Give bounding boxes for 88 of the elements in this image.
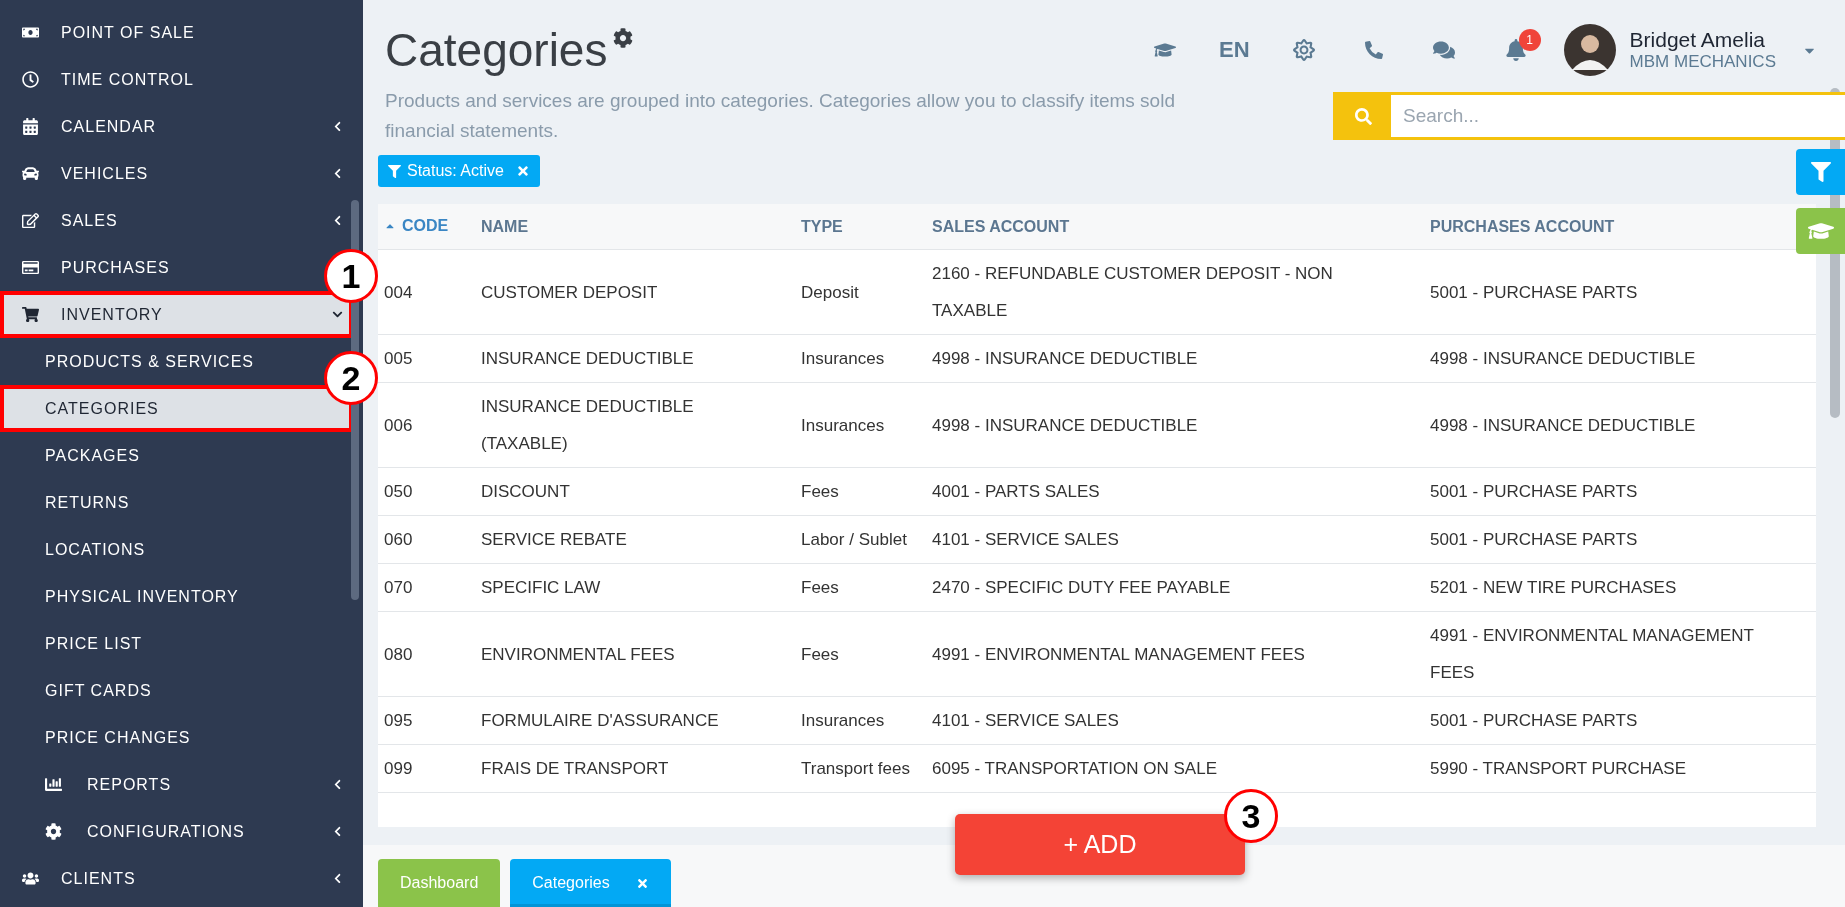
page-title: Categories: [385, 23, 608, 77]
table-cell: 2160 - REFUNDABLE CUSTOMER DEPOSIT - NON TAXABLE: [926, 249, 1424, 335]
sidebar-item[interactable]: TIME CONTROL: [0, 56, 204, 103]
sidebar-item[interactable]: INVENTORY: [0, 291, 353, 338]
filter-icon: [388, 164, 401, 178]
search-field[interactable]: Search...: [1333, 92, 1845, 140]
column-header[interactable]: NAME: [475, 204, 795, 250]
graduation-cap-button[interactable]: [1796, 208, 1845, 254]
table-cell: SPECIFIC LAW: [475, 563, 795, 612]
filter-button[interactable]: [1796, 149, 1845, 195]
table-cell: 4998 - INSURANCE DEDUCTIBLE: [926, 382, 1424, 468]
table-cell: 4001 - PARTS SALES: [926, 467, 1424, 516]
table-cell: 099: [378, 744, 475, 793]
table-cell: Fees: [795, 467, 926, 516]
table-cell: 4101 - SERVICE SALES: [926, 696, 1424, 745]
scrollbar[interactable]: [1830, 88, 1840, 418]
table-cell: 004: [378, 249, 475, 335]
close-icon[interactable]: [515, 164, 530, 178]
table-cell: 5001 - PURCHASE PARTS: [1424, 696, 1816, 745]
table-cell: INSURANCE DEDUCTIBLE (TAXABLE): [475, 382, 795, 468]
page-description: Products and services are grouped into categories. Categories allow you to classify items sold financial statements.: [385, 89, 1175, 143]
sidebar-item[interactable]: RETURNS: [0, 479, 140, 526]
table-cell: 4991 - ENVIRONMENTAL MANAGEMENT FEES: [1424, 611, 1816, 697]
sidebar-item[interactable]: PRODUCTS & SERVICES: [0, 338, 264, 385]
sidebar-item[interactable]: PACKAGES: [0, 432, 150, 479]
sidebar-item[interactable]: PHYSICAL INVENTORY: [0, 573, 249, 620]
sidebar-item[interactable]: REPORTS: [0, 761, 353, 808]
table-cell: Labor / Sublet: [795, 515, 926, 564]
user-name: Bridget Amelia: [1629, 28, 1766, 52]
column-header[interactable]: TYPE: [795, 204, 926, 250]
table-cell: SERVICE REBATE: [475, 515, 795, 564]
table-cell: 060: [378, 515, 475, 564]
table-cell: Transport fees: [795, 744, 926, 793]
table-cell: FORMULAIRE D'ASSURANCE: [475, 696, 795, 745]
close-icon[interactable]: [635, 876, 649, 890]
table-cell: 050: [378, 467, 475, 516]
sidebar-item[interactable]: VEHICLES: [0, 150, 353, 197]
column-header[interactable]: PURCHASES ACCOUNT: [1424, 204, 1816, 250]
table-cell: Insurances: [795, 334, 926, 383]
table-cell: 5001 - PURCHASE PARTS: [1424, 467, 1816, 516]
sidebar-item[interactable]: POINT OF SALE: [0, 9, 205, 56]
table-cell: 006: [378, 382, 475, 468]
table-cell: 070: [378, 563, 475, 612]
table-cell: INSURANCE DEDUCTIBLE: [475, 334, 795, 383]
table-cell: 2470 - SPECIFIC DUTY FEE PAYABLE: [926, 563, 1424, 612]
column-header[interactable]: CODE: [378, 204, 475, 250]
table-cell: 4998 - INSURANCE DEDUCTIBLE: [1424, 382, 1816, 468]
phone-icon[interactable]: [1364, 41, 1383, 59]
table-cell: 095: [378, 696, 475, 745]
table-cell: 5990 - TRANSPORT PURCHASE: [1424, 744, 1816, 793]
table-cell: 4998 - INSURANCE DEDUCTIBLE: [926, 334, 1424, 383]
sidebar-item[interactable]: PURCHASES: [0, 244, 180, 291]
table-cell: 5001 - PURCHASE PARTS: [1424, 249, 1816, 335]
sidebar-item[interactable]: SALES: [0, 197, 353, 244]
sidebar-item[interactable]: CALENDAR: [0, 103, 353, 150]
table-cell: 005: [378, 334, 475, 383]
company-name: MBM MECHANICS: [1629, 52, 1776, 72]
sidebar-item[interactable]: GIFT CARDS: [0, 667, 162, 714]
table-cell: 080: [378, 611, 475, 697]
sidebar-item[interactable]: PRICE LIST: [0, 620, 153, 667]
table-cell: Insurances: [795, 382, 926, 468]
sidebar-item[interactable]: PRICE CHANGES: [0, 714, 201, 761]
sidebar-item[interactable]: CONFIGURATIONS: [0, 808, 353, 855]
table-cell: Fees: [795, 563, 926, 612]
column-header[interactable]: SALES ACCOUNT: [926, 204, 1424, 250]
table-cell: DISCOUNT: [475, 467, 795, 516]
settings-icon[interactable]: [613, 28, 634, 48]
notification-badge: 1: [1518, 29, 1541, 51]
bell-icon[interactable]: [1504, 39, 1527, 61]
sun-icon[interactable]: [1292, 39, 1315, 61]
chat-icon[interactable]: [1432, 39, 1455, 61]
table-cell: 5001 - PURCHASE PARTS: [1424, 515, 1816, 564]
language-button[interactable]: EN: [1219, 37, 1250, 63]
avatar[interactable]: [1563, 24, 1616, 76]
sidebar-item[interactable]: CLIENTS: [0, 855, 353, 902]
table-cell: FRAIS DE TRANSPORT: [475, 744, 795, 793]
filter-icon: [1810, 162, 1831, 182]
table-cell: 4998 - INSURANCE DEDUCTIBLE: [1424, 334, 1816, 383]
table-cell: Deposit: [795, 249, 926, 335]
table-cell: 5201 - NEW TIRE PURCHASES: [1424, 563, 1816, 612]
table-cell: Fees: [795, 611, 926, 697]
table-cell: ENVIRONMENTAL FEES: [475, 611, 795, 697]
table-cell: 6095 - TRANSPORTATION ON SALE: [926, 744, 1424, 793]
sidebar-item[interactable]: LOCATIONS: [0, 526, 156, 573]
table-cell: 4991 - ENVIRONMENTAL MANAGEMENT FEES: [926, 611, 1424, 697]
table-cell: CUSTOMER DEPOSIT: [475, 249, 795, 335]
table-cell: Insurances: [795, 696, 926, 745]
table-cell: 4101 - SERVICE SALES: [926, 515, 1424, 564]
